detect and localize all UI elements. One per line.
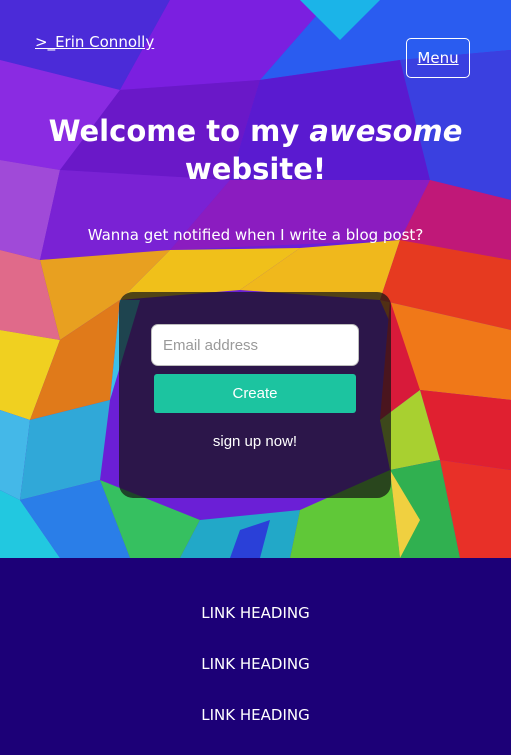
- hero-section: >_Erin Connolly Menu Welcome to my aweso…: [0, 0, 511, 558]
- hero-title-emphasis: awesome: [309, 114, 463, 148]
- hero-title: Welcome to my awesome website!: [0, 112, 511, 188]
- footer-link-2[interactable]: LINK HEADING: [0, 655, 511, 673]
- footer-nav: LINK HEADING LINK HEADING LINK HEADING: [0, 558, 511, 755]
- signup-note: sign up now!: [212, 433, 298, 450]
- hero-title-prefix: Welcome to my: [48, 114, 310, 148]
- footer-link-3[interactable]: LINK HEADING: [0, 706, 511, 724]
- footer-link-1[interactable]: LINK HEADING: [0, 604, 511, 622]
- email-input[interactable]: [151, 324, 359, 366]
- menu-button[interactable]: Menu: [406, 38, 470, 78]
- create-button[interactable]: Create: [154, 374, 356, 413]
- hero-title-suffix: website!: [184, 152, 327, 186]
- menu-button-label: Menu: [417, 49, 459, 67]
- brand-home-link[interactable]: >_Erin Connolly: [35, 33, 154, 51]
- signup-card: Create sign up now!: [119, 292, 391, 498]
- hero-subtitle: Wanna get notified when I write a blog p…: [87, 226, 424, 244]
